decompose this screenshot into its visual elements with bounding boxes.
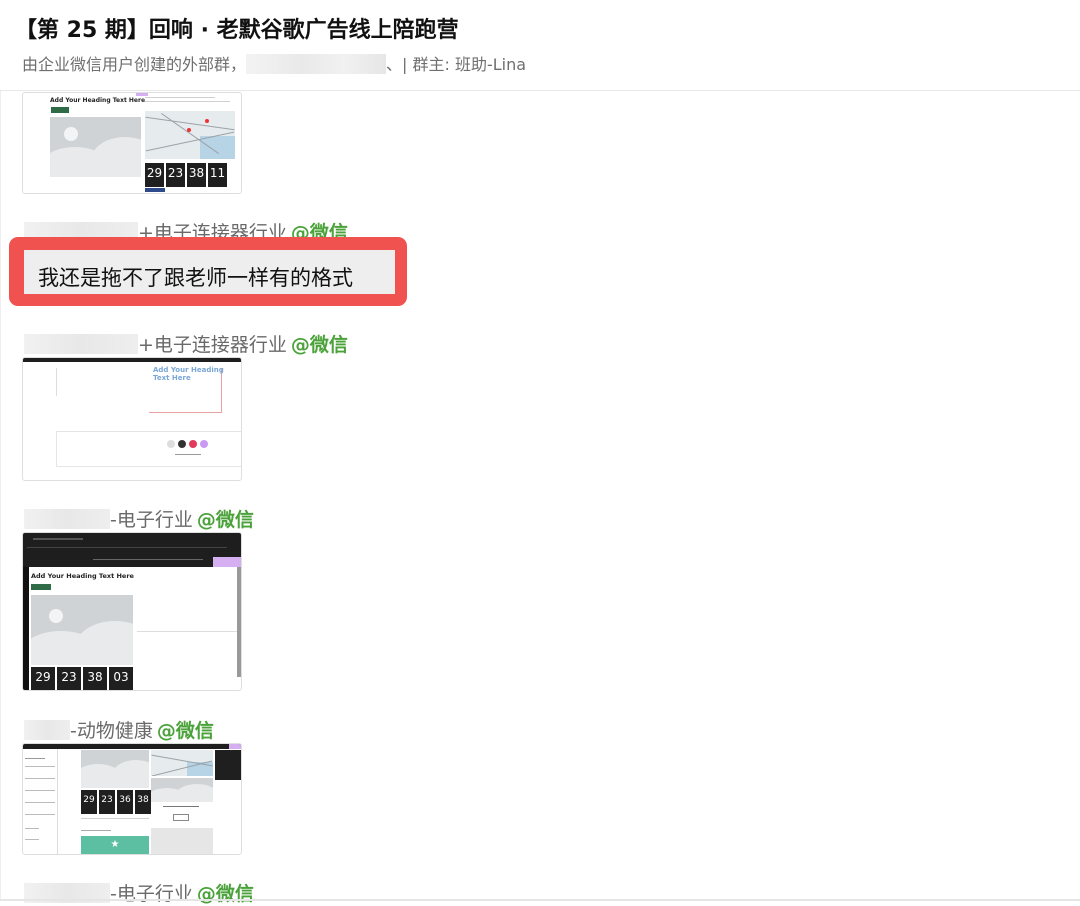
control-dot	[200, 440, 208, 448]
thumb-button	[51, 107, 69, 113]
thumb-heading: Add Your Heading Text Here	[31, 572, 134, 580]
sender-suffix: -动物健康	[70, 720, 153, 742]
wechat-tag: @微信	[290, 334, 348, 356]
countdown-timer: 29 23 38 03	[31, 667, 133, 690]
star-button: ★	[81, 836, 149, 854]
image-message-thumbnail-2[interactable]: Add Your Heading Text Here	[22, 357, 242, 481]
sender-suffix: +电子连接器行业	[138, 334, 287, 356]
message-sender: -电子行业 @微信	[24, 505, 254, 532]
blurred-sender-name	[24, 334, 138, 354]
blurred-member-names	[246, 54, 387, 74]
blurred-sender-name	[24, 720, 70, 740]
wechat-tag: @微信	[196, 883, 254, 905]
countdown-timer: 29 23 36 38	[81, 790, 151, 814]
chat-header: 【第 25 期】回响 · 老默谷歌广告线上陪跑营 由企业微信用户创建的外部群， 、…	[0, 0, 1080, 91]
image-message-thumbnail-4[interactable]: 29 23 36 38 ★	[22, 743, 242, 855]
countdown-timer: 29 23 38 11	[145, 163, 227, 187]
wechat-tag: @微信	[196, 509, 254, 531]
sender-suffix: -电子行业	[110, 883, 193, 905]
control-dot	[178, 440, 186, 448]
control-dot	[167, 440, 175, 448]
subtitle-suffix: 、| 群主: 班助-Lina	[386, 55, 527, 74]
thumb-heading: Add Your Heading Text Here	[153, 366, 224, 382]
message-sender: -电子行业 @微信	[24, 879, 254, 906]
chat-title: 【第 25 期】回响 · 老默谷歌广告线上陪跑营	[15, 18, 459, 43]
map-preview	[145, 111, 235, 159]
image-message-thumbnail-1[interactable]: Add Your Heading Text Here 29 23 38 11	[22, 92, 242, 194]
image-placeholder	[81, 750, 149, 788]
message-sender: -动物健康 @微信	[24, 716, 214, 743]
map-preview	[151, 750, 213, 776]
thumb-heading: Add Your Heading Text Here	[50, 97, 146, 104]
control-dot	[189, 440, 197, 448]
message-text: 我还是拖不了跟老师一样有的格式	[38, 266, 353, 290]
image-message-thumbnail-3[interactable]: Add Your Heading Text Here 29 23 38 03	[22, 532, 242, 691]
image-placeholder	[50, 117, 141, 177]
wechat-tag: @微信	[156, 720, 214, 742]
sender-suffix: -电子行业	[110, 509, 193, 531]
chat-subtitle: 由企业微信用户创建的外部群， 、| 群主: 班助-Lina	[22, 51, 526, 75]
subtitle-prefix: 由企业微信用户创建的外部群，	[22, 55, 247, 74]
message-sender: +电子连接器行业 @微信	[24, 330, 348, 357]
left-divider	[0, 0, 1, 901]
blurred-sender-name	[24, 509, 110, 529]
image-placeholder	[151, 778, 213, 802]
thumb-button	[31, 584, 51, 590]
image-placeholder	[31, 595, 133, 665]
